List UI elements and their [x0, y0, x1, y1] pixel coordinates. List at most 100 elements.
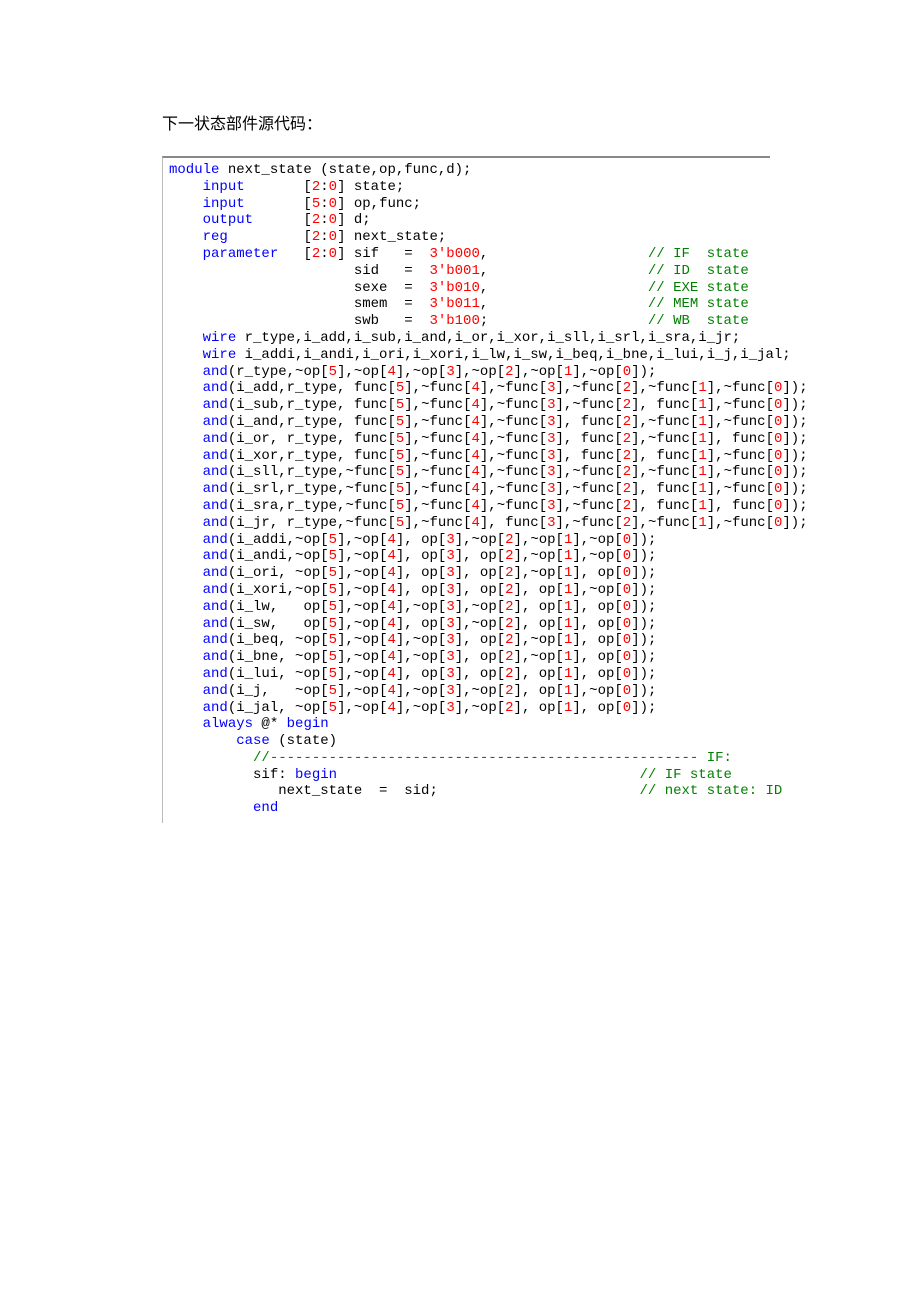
t: always [203, 716, 253, 732]
t: ],~op[ [396, 364, 446, 380]
t: 3'b001 [429, 263, 479, 279]
t: //--------------------------------------… [253, 750, 732, 766]
t: i_addi,i_andi,i_ori,i_xori,i_lw,i_sw,i_b… [236, 347, 791, 363]
t: ],~op[ [337, 364, 387, 380]
code-line: and(i_jal, ~op[5],~op[4],~op[3],~op[2], … [169, 700, 656, 716]
t: 3'b011 [429, 296, 479, 312]
t: [ [245, 179, 312, 195]
t: next_state = sid; [169, 783, 639, 799]
t: : [320, 179, 328, 195]
t: swb = [169, 313, 429, 329]
t: , [480, 280, 648, 296]
t: // IF state [640, 767, 732, 783]
t: 2 [312, 229, 320, 245]
t: ],~op[ [572, 364, 622, 380]
t: output [203, 212, 253, 228]
code-line: and(i_andi,~op[5],~op[4], op[3], op[2],~… [169, 548, 656, 564]
t: (r_type,~op[ [228, 364, 329, 380]
t: ] op,func; [337, 196, 421, 212]
t: 3 [446, 364, 454, 380]
t: : [320, 196, 328, 212]
section-title: 下一状态部件源代码： [162, 110, 770, 134]
t [169, 733, 236, 749]
t: wire [203, 347, 237, 363]
code-line: and(i_sub,r_type, func[5],~func[4],~func… [169, 397, 808, 413]
code-line: and(i_and,r_type, func[5],~func[4],~func… [169, 414, 808, 430]
code-line: and(i_j, ~op[5],~op[4],~op[3],~op[2], op… [169, 683, 656, 699]
t: wire [203, 330, 237, 346]
t: 0 [329, 179, 337, 195]
code-line: and(i_sll,r_type,~func[5],~func[4],~func… [169, 464, 808, 480]
t: 2 [312, 246, 320, 262]
t: // ID state [648, 263, 749, 279]
code-block: module next_state (state,op,func,d); inp… [162, 156, 770, 823]
t: r_type,i_add,i_sub,i_and,i_or,i_xor,i_sl… [236, 330, 740, 346]
t: next_state (state,op,func,d); [219, 162, 471, 178]
t: // MEM state [648, 296, 749, 312]
t: ] d; [337, 212, 371, 228]
t: ] next_state; [337, 229, 446, 245]
t: // next state: ID [639, 783, 782, 799]
t: , [480, 263, 648, 279]
t: [ [228, 229, 312, 245]
t: 0 [329, 246, 337, 262]
t: (state) [270, 733, 337, 749]
t [169, 347, 203, 363]
t: ],~op[ [514, 364, 564, 380]
t: 0 [329, 212, 337, 228]
t [337, 767, 639, 783]
t: ] state; [337, 179, 404, 195]
t [169, 750, 253, 766]
t: input [203, 179, 245, 195]
code-line: and(i_sra,r_type,~func[5],~func[4],~func… [169, 498, 808, 514]
code-line: and(i_ori, ~op[5],~op[4], op[3], op[2],~… [169, 565, 656, 581]
t [169, 179, 203, 195]
t: : [320, 246, 328, 262]
t [169, 212, 203, 228]
t: , [480, 246, 648, 262]
t: // WB state [648, 313, 749, 329]
t: [ [245, 196, 312, 212]
t: ] sif = [337, 246, 429, 262]
t: reg [203, 229, 228, 245]
t: parameter [203, 246, 279, 262]
t: ]); [631, 364, 656, 380]
code-line: and(i_add,r_type, func[5],~func[4],~func… [169, 380, 808, 396]
t: 3'b000 [429, 246, 479, 262]
code-line: and(i_or, r_type, func[5],~func[4],~func… [169, 431, 808, 447]
t: [ [278, 246, 312, 262]
t: : [320, 229, 328, 245]
t: 3'b010 [429, 280, 479, 296]
code-line: and(i_jr, r_type,~func[5],~func[4], func… [169, 515, 808, 531]
t: 3'b100 [429, 313, 479, 329]
t: [ [253, 212, 312, 228]
code-line: and(i_bne, ~op[5],~op[4],~op[3], op[2],~… [169, 649, 656, 665]
t [169, 229, 203, 245]
t: begin [287, 716, 329, 732]
t [169, 364, 203, 380]
t: 0 [329, 196, 337, 212]
t: 0 [623, 364, 631, 380]
code-line: and(i_beq, ~op[5],~op[4],~op[3], op[2],~… [169, 632, 656, 648]
t: sexe = [169, 280, 429, 296]
t [169, 800, 253, 816]
t [169, 716, 203, 732]
t: // IF state [648, 246, 749, 262]
t: and [203, 364, 228, 380]
t [169, 330, 203, 346]
t: 4 [387, 364, 395, 380]
t: // EXE state [648, 280, 749, 296]
t: : [320, 212, 328, 228]
t: input [203, 196, 245, 212]
t: sid = [169, 263, 429, 279]
code-line: and(i_sw, op[5],~op[4], op[3],~op[2], op… [169, 616, 656, 632]
t: smem = [169, 296, 429, 312]
t: sif: [169, 767, 295, 783]
t: module [169, 162, 219, 178]
t: , [480, 296, 648, 312]
code-line: and(i_lui, ~op[5],~op[4], op[3], op[2], … [169, 666, 656, 682]
code-line: and(i_xori,~op[5],~op[4], op[3], op[2], … [169, 582, 656, 598]
code-line: and(i_srl,r_type,~func[5],~func[4],~func… [169, 481, 808, 497]
t: 2 [312, 179, 320, 195]
t: @* [253, 716, 287, 732]
